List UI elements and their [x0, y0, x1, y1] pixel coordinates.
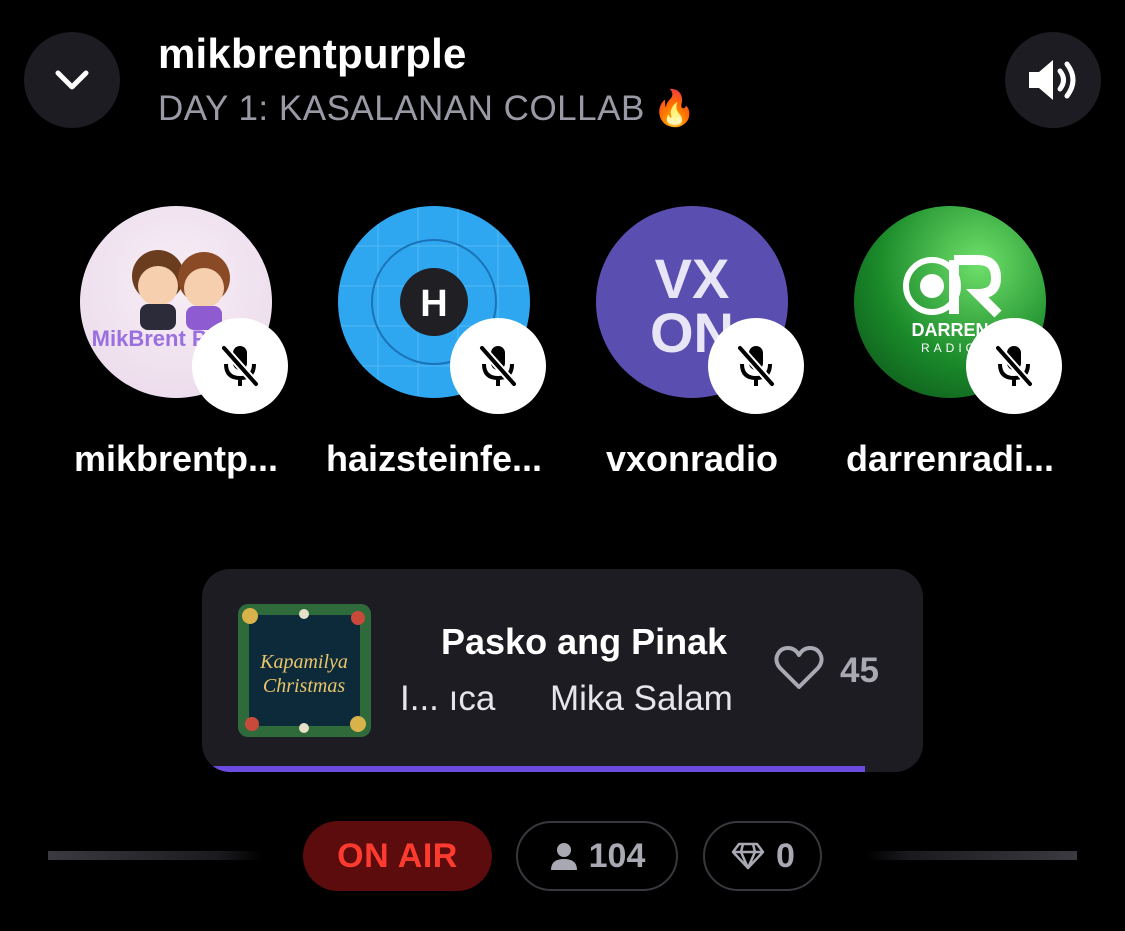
on-air-label: ON AIR [337, 836, 458, 875]
track-artist-right: Mika Salam [550, 679, 733, 718]
mute-badge [450, 318, 546, 414]
speaker-name: haizsteinfe... [325, 438, 543, 479]
listener-count: 104 [588, 836, 646, 875]
fire-emoji: 🔥 [652, 89, 697, 128]
mute-badge [708, 318, 804, 414]
avatar-logo-text: H [420, 283, 447, 325]
now-playing-card[interactable]: Kapamilya Christmas Pasko ang Pinak I...… [202, 569, 923, 772]
album-art-text: Christmas [263, 675, 345, 697]
speaker-name: mikbrentp... [73, 438, 279, 479]
collapse-button[interactable] [24, 32, 120, 128]
like-count: 45 [840, 651, 879, 690]
speaker-name: darrenradi... [845, 438, 1055, 479]
divider [48, 851, 263, 860]
track-title: Pasko ang Pinak [441, 621, 728, 662]
speaker-volume-icon [1029, 60, 1076, 100]
gem-count: 0 [776, 836, 795, 875]
room-title-text: DAY 1: KASALANAN COLLAB [158, 89, 645, 128]
album-art-text: Kapamilya [259, 651, 348, 673]
gem-count-button[interactable]: 0 [703, 821, 822, 891]
host-name[interactable]: mikbrentpurple [158, 30, 467, 78]
mic-off-icon [737, 345, 775, 387]
on-air-badge: ON AIR [303, 821, 492, 891]
track-progress [202, 766, 923, 772]
track-progress-fill [202, 766, 866, 772]
speaker-name: vxonradio [605, 438, 779, 479]
mic-off-icon [995, 345, 1033, 387]
volume-button[interactable] [1005, 32, 1101, 128]
mute-badge [966, 318, 1062, 414]
person-icon [550, 843, 577, 870]
mic-off-icon [479, 345, 517, 387]
divider [866, 851, 1077, 860]
room-title: DAY 1: KASALANAN COLLAB 🔥 [158, 88, 697, 129]
album-art-image: Kapamilya Christmas [238, 604, 371, 737]
chevron-down-icon [55, 70, 89, 90]
track-artist: I... ıca Mika Salam [400, 679, 738, 719]
heart-icon [774, 646, 824, 689]
listener-count-button[interactable]: 104 [516, 821, 678, 891]
mic-off-icon [221, 345, 259, 387]
diamond-icon [731, 842, 765, 870]
track-artist-left: I... ıca [400, 679, 496, 718]
like-button[interactable] [774, 645, 824, 696]
album-art: Kapamilya Christmas [238, 604, 371, 737]
mute-badge [192, 318, 288, 414]
